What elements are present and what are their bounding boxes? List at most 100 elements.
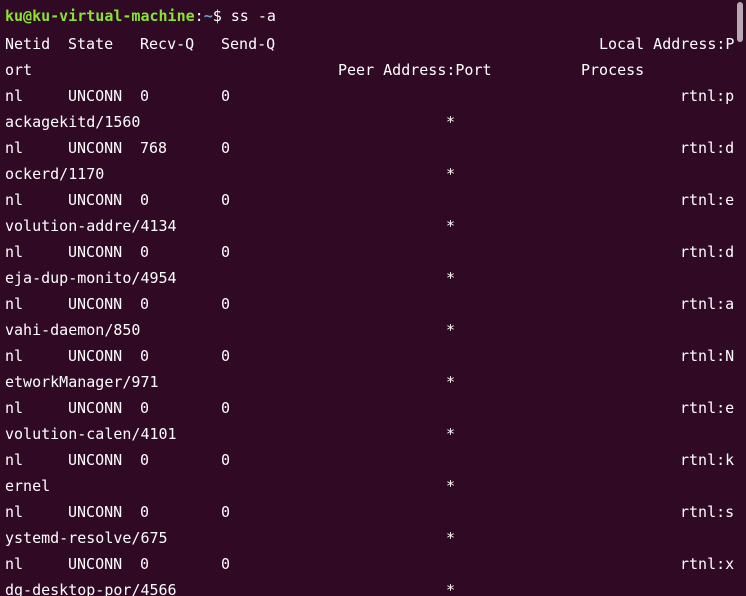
- table-row-continuation: volution-addre/4134 *: [5, 213, 740, 239]
- row-local-address: rtnl:N: [680, 347, 735, 365]
- header-recv-q: Recv-Q: [140, 35, 195, 53]
- table-row-continuation: dg-desktop-por/4566 *: [5, 577, 740, 596]
- table-row-continuation: vahi-daemon/850 *: [5, 317, 740, 343]
- scrollbar[interactable]: [736, 0, 746, 596]
- row-recv-q: 0: [140, 87, 150, 105]
- terminal-window[interactable]: ku@ku-virtual-machine:~$ ss -a Netid Sta…: [0, 0, 746, 596]
- scrollbar-thumb[interactable]: [737, 2, 743, 42]
- row-local-address-cont: dg-desktop-por/4566: [5, 581, 177, 596]
- table-row: nl UNCONN 0 0 rtnl:x: [5, 551, 740, 577]
- row-state: UNCONN: [68, 555, 123, 573]
- header-local-address: Local Address:P: [599, 35, 735, 53]
- row-send-q: 0: [221, 399, 231, 417]
- row-recv-q: 768: [140, 139, 168, 157]
- table-row: nl UNCONN 768 0 rtnl:d: [5, 135, 740, 161]
- row-recv-q: 0: [140, 503, 150, 521]
- row-netid: nl: [5, 295, 24, 313]
- table-row-continuation: etworkManager/971 *: [5, 369, 740, 395]
- row-local-address: rtnl:k: [680, 451, 735, 469]
- row-send-q: 0: [221, 243, 231, 261]
- table-row: nl UNCONN 0 0 rtnl:a: [5, 291, 740, 317]
- row-recv-q: 0: [140, 243, 150, 261]
- prompt-command: ss -a: [221, 7, 276, 25]
- row-recv-q: 0: [140, 451, 150, 469]
- row-peer-address: *: [446, 165, 456, 183]
- row-local-address: rtnl:e: [680, 399, 735, 417]
- row-local-address: rtnl:x: [680, 555, 735, 573]
- row-state: UNCONN: [68, 139, 123, 157]
- table-row: nl UNCONN 0 0 rtnl:d: [5, 239, 740, 265]
- row-peer-address: *: [446, 373, 456, 391]
- row-netid: nl: [5, 191, 24, 209]
- row-local-address-cont: volution-addre/4134: [5, 217, 177, 235]
- table-row-continuation: ernel *: [5, 473, 740, 499]
- row-local-address-cont: etworkManager/971: [5, 373, 159, 391]
- row-netid: nl: [5, 399, 24, 417]
- table-row: nl UNCONN 0 0 rtnl:k: [5, 447, 740, 473]
- row-peer-address: *: [446, 425, 456, 443]
- table-row-continuation: volution-calen/4101 *: [5, 421, 740, 447]
- row-state: UNCONN: [68, 503, 123, 521]
- row-state: UNCONN: [68, 191, 123, 209]
- row-recv-q: 0: [140, 555, 150, 573]
- row-send-q: 0: [221, 87, 231, 105]
- table-row-continuation: ystemd-resolve/675 *: [5, 525, 740, 551]
- row-peer-address: *: [446, 477, 456, 495]
- row-netid: nl: [5, 555, 24, 573]
- row-local-address: rtnl:a: [680, 295, 735, 313]
- row-local-address-cont: ernel: [5, 477, 51, 495]
- row-peer-address: *: [446, 321, 456, 339]
- row-local-address: rtnl:p: [680, 87, 735, 105]
- prompt-symbol: $: [212, 7, 222, 25]
- row-local-address: rtnl:d: [680, 243, 735, 261]
- row-local-address-cont: ystemd-resolve/675: [5, 529, 168, 547]
- row-send-q: 0: [221, 347, 231, 365]
- row-send-q: 0: [221, 139, 231, 157]
- header-local-address-cont: ort: [5, 61, 33, 79]
- row-state: UNCONN: [68, 243, 123, 261]
- row-state: UNCONN: [68, 295, 123, 313]
- row-send-q: 0: [221, 191, 231, 209]
- row-recv-q: 0: [140, 399, 150, 417]
- prompt-separator: :: [194, 7, 204, 25]
- row-local-address-cont: ackagekitd/1560: [5, 113, 141, 131]
- row-peer-address: *: [446, 581, 456, 596]
- table-row: nl UNCONN 0 0 rtnl:e: [5, 187, 740, 213]
- row-local-address-cont: ockerd/1170: [5, 165, 105, 183]
- row-state: UNCONN: [68, 399, 123, 417]
- header-line-1: Netid State Recv-Q Send-Q Local Address:…: [5, 31, 740, 57]
- header-send-q: Send-Q: [221, 35, 276, 53]
- table-row-continuation: eja-dup-monito/4954 *: [5, 265, 740, 291]
- row-send-q: 0: [221, 503, 231, 521]
- table-row-continuation: ackagekitd/1560 *: [5, 109, 740, 135]
- header-state: State: [68, 35, 114, 53]
- header-line-2: ort Peer Address:Port Process: [5, 57, 740, 83]
- row-peer-address: *: [446, 529, 456, 547]
- row-send-q: 0: [221, 555, 231, 573]
- row-recv-q: 0: [140, 295, 150, 313]
- row-netid: nl: [5, 243, 24, 261]
- row-peer-address: *: [446, 113, 456, 131]
- row-send-q: 0: [221, 451, 231, 469]
- table-row: nl UNCONN 0 0 rtnl:N: [5, 343, 740, 369]
- row-netid: nl: [5, 347, 24, 365]
- header-peer-address: Peer Address:Port: [338, 61, 492, 79]
- row-local-address: rtnl:d: [680, 139, 735, 157]
- row-state: UNCONN: [68, 451, 123, 469]
- row-local-address: rtnl:s: [680, 503, 735, 521]
- row-local-address-cont: eja-dup-monito/4954: [5, 269, 177, 287]
- prompt-user-host: ku@ku-virtual-machine: [5, 7, 195, 25]
- row-netid: nl: [5, 503, 24, 521]
- table-row-continuation: ockerd/1170 *: [5, 161, 740, 187]
- row-netid: nl: [5, 451, 24, 469]
- row-recv-q: 0: [140, 347, 150, 365]
- row-state: UNCONN: [68, 87, 123, 105]
- row-netid: nl: [5, 87, 24, 105]
- row-local-address-cont: vahi-daemon/850: [5, 321, 141, 339]
- row-state: UNCONN: [68, 347, 123, 365]
- table-row: nl UNCONN 0 0 rtnl:s: [5, 499, 740, 525]
- row-send-q: 0: [221, 295, 231, 313]
- row-peer-address: *: [446, 269, 456, 287]
- row-peer-address: *: [446, 217, 456, 235]
- prompt-path: ~: [203, 7, 213, 25]
